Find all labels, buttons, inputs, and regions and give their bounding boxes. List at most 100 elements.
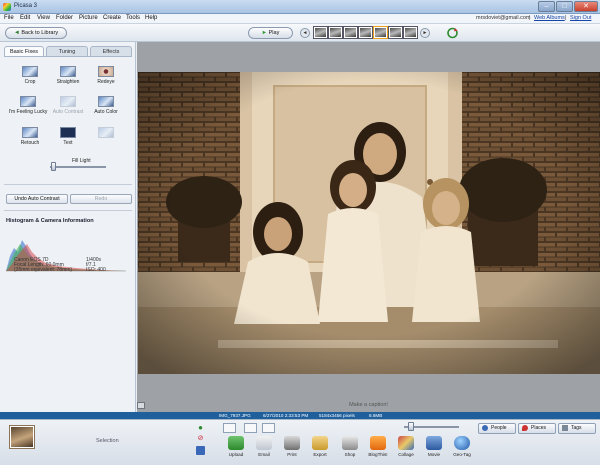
tags-label: Tags (571, 425, 582, 431)
focal-length-equivalent: (35mm equivalent: 78mm) (14, 267, 73, 273)
back-to-library-label: Back to Library (21, 30, 59, 36)
feeling-lucky-label: I'm Feeling Lucky (8, 109, 48, 115)
status-date: 6/27/2010 2:33:53 PM (263, 413, 309, 418)
collage-button[interactable]: Collage (393, 436, 419, 457)
clear-selection-icon[interactable]: ⊘ (196, 435, 205, 444)
sepia-family-photo (138, 72, 600, 374)
account-email: mrsdoviet@gmail.com (476, 15, 531, 21)
filmstrip (313, 26, 418, 40)
menu-folder[interactable]: Folder (56, 15, 73, 21)
fill-light-track[interactable] (50, 166, 106, 168)
feeling-lucky-tool[interactable]: I'm Feeling Lucky (6, 96, 50, 115)
geo-tag-button[interactable]: Geo-Tag (449, 436, 475, 457)
movie-icon (426, 436, 442, 450)
maximize-button[interactable]: □ (556, 1, 573, 12)
filmstrip-thumbnail[interactable] (313, 26, 328, 39)
auto-color-tool[interactable]: Auto Color (88, 96, 124, 115)
tab-effects[interactable]: Effects (90, 46, 132, 56)
redeye-tool[interactable]: Redeye (88, 66, 124, 85)
tab-tuning[interactable]: Tuning (46, 46, 88, 56)
menu-separator: | (529, 15, 531, 21)
caption-input[interactable]: Make a caption! (137, 402, 600, 408)
feeling-lucky-icon (20, 96, 36, 107)
blogthis-label: BlogThis! (368, 452, 388, 457)
previous-photo-button[interactable]: ◄ (300, 28, 310, 38)
hold-selection-icon[interactable]: ● (196, 424, 205, 433)
globe-icon (454, 436, 470, 450)
upload-label: Upload (228, 452, 244, 457)
tray-selection-label: Selection (96, 438, 119, 444)
auto-contrast-tool: Auto Contrast (50, 96, 86, 115)
shop-label: Shop (344, 452, 356, 457)
email-button[interactable]: Email (251, 436, 277, 457)
text-tool[interactable]: Text (50, 127, 86, 146)
add-to-album-icon[interactable] (196, 446, 205, 455)
photo-tray: Selection ● ⊘ Upload Email Print Export … (0, 419, 600, 465)
thumbnail-size-handle[interactable] (408, 422, 414, 431)
menu-picture[interactable]: Picture (79, 15, 98, 21)
menu-tools[interactable]: Tools (126, 15, 140, 21)
histogram-title: Histogram & Camera Information (6, 218, 94, 224)
retouch-icon (22, 127, 38, 138)
star-icon[interactable] (223, 423, 236, 433)
status-file-size: 8.6MB (369, 413, 383, 418)
fill-light-slider-handle[interactable] (50, 162, 56, 171)
blogthis-button[interactable]: BlogThis! (365, 436, 391, 457)
email-icon (256, 436, 272, 450)
menu-edit[interactable]: Edit (20, 15, 30, 21)
play-label: Play (268, 30, 280, 36)
close-window-button[interactable]: ✕ (574, 1, 598, 12)
straighten-tool[interactable]: Straighten (50, 66, 86, 85)
filmstrip-thumbnail[interactable] (388, 26, 403, 39)
upload-icon (228, 436, 244, 450)
menu-file[interactable]: File (4, 15, 14, 21)
shop-button[interactable]: Shop (337, 436, 363, 457)
fill-light-label: Fill Light (72, 158, 91, 164)
upload-button[interactable]: Upload (223, 436, 249, 457)
title-bar: Picasa 3 – □ ✕ (0, 0, 600, 14)
geo-tag-label: Geo-Tag (453, 452, 471, 457)
print-button[interactable]: Print (279, 436, 305, 457)
menu-view[interactable]: View (37, 15, 50, 21)
export-button[interactable]: Export (307, 436, 333, 457)
filmstrip-thumbnail-selected[interactable] (373, 26, 388, 39)
placeholder-tool-icon (98, 127, 114, 138)
menu-help[interactable]: Help (145, 15, 157, 21)
straighten-label: Straighten (56, 79, 80, 85)
minimize-button[interactable]: – (538, 1, 555, 12)
disabled-tool-slot (88, 127, 124, 140)
back-to-library-button[interactable]: ◄ Back to Library (5, 27, 67, 39)
filmstrip-thumbnail[interactable] (403, 26, 418, 39)
next-photo-button[interactable]: ► (420, 28, 430, 38)
rotate-right-icon[interactable] (262, 423, 275, 433)
left-status-bar (0, 412, 137, 419)
rotate-left-icon[interactable] (244, 423, 257, 433)
undo-auto-contrast-button[interactable]: Undo Auto Contrast (6, 194, 68, 204)
people-label: People (491, 425, 507, 431)
print-label: Print (287, 452, 297, 457)
tray-selected-thumbnail[interactable] (9, 425, 35, 449)
redo-button[interactable]: Redo (70, 194, 132, 204)
movie-button[interactable]: Movie (421, 436, 447, 457)
crop-tool[interactable]: Crop (12, 66, 48, 85)
crop-label: Crop (24, 79, 36, 85)
straighten-icon (60, 66, 76, 77)
filmstrip-thumbnail[interactable] (358, 26, 373, 39)
web-albums-link[interactable]: Web Albums (534, 15, 565, 21)
menu-create[interactable]: Create (103, 15, 121, 21)
collage-icon (398, 436, 414, 450)
places-pin-icon (522, 425, 528, 431)
auto-color-icon (98, 96, 114, 107)
tab-basic-fixes[interactable]: Basic Fixes (4, 46, 44, 56)
play-slideshow-button[interactable]: ► Play (248, 27, 293, 39)
retouch-tool[interactable]: Retouch (12, 127, 48, 146)
filmstrip-thumbnail[interactable] (343, 26, 358, 39)
collage-label: Collage (398, 452, 414, 457)
tag-icon (562, 425, 568, 431)
places-label: Places (531, 425, 547, 431)
play-icon: ► (261, 30, 268, 36)
sync-web-icon[interactable] (446, 27, 459, 39)
iso: ISO: 400 (86, 267, 106, 273)
sign-out-link[interactable]: Sign Out (570, 15, 591, 21)
filmstrip-thumbnail[interactable] (328, 26, 343, 39)
